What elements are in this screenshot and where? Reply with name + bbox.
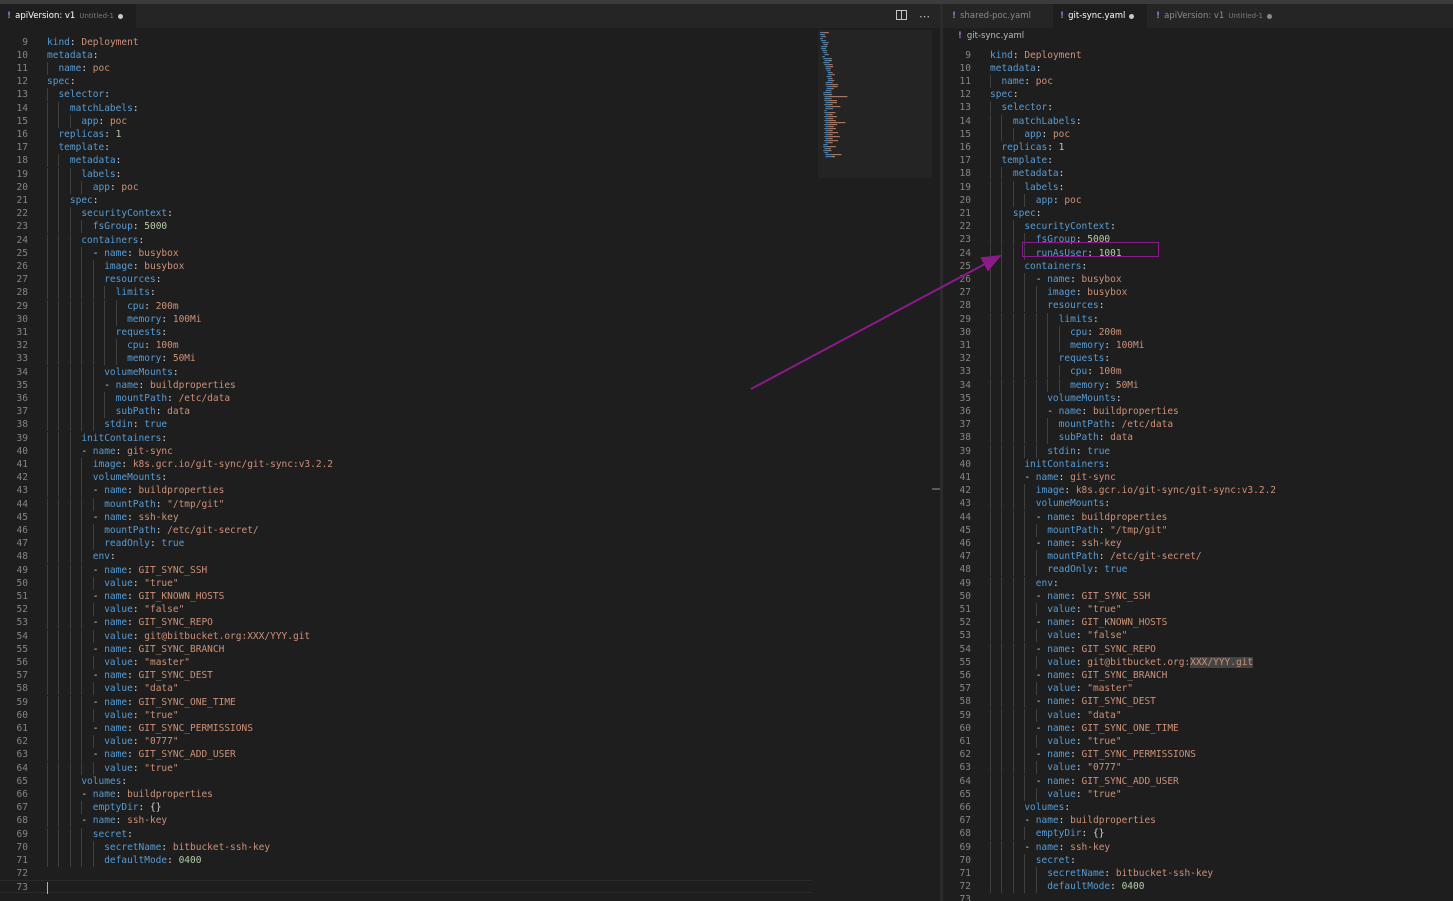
- annotation-arrow: [750, 255, 1002, 390]
